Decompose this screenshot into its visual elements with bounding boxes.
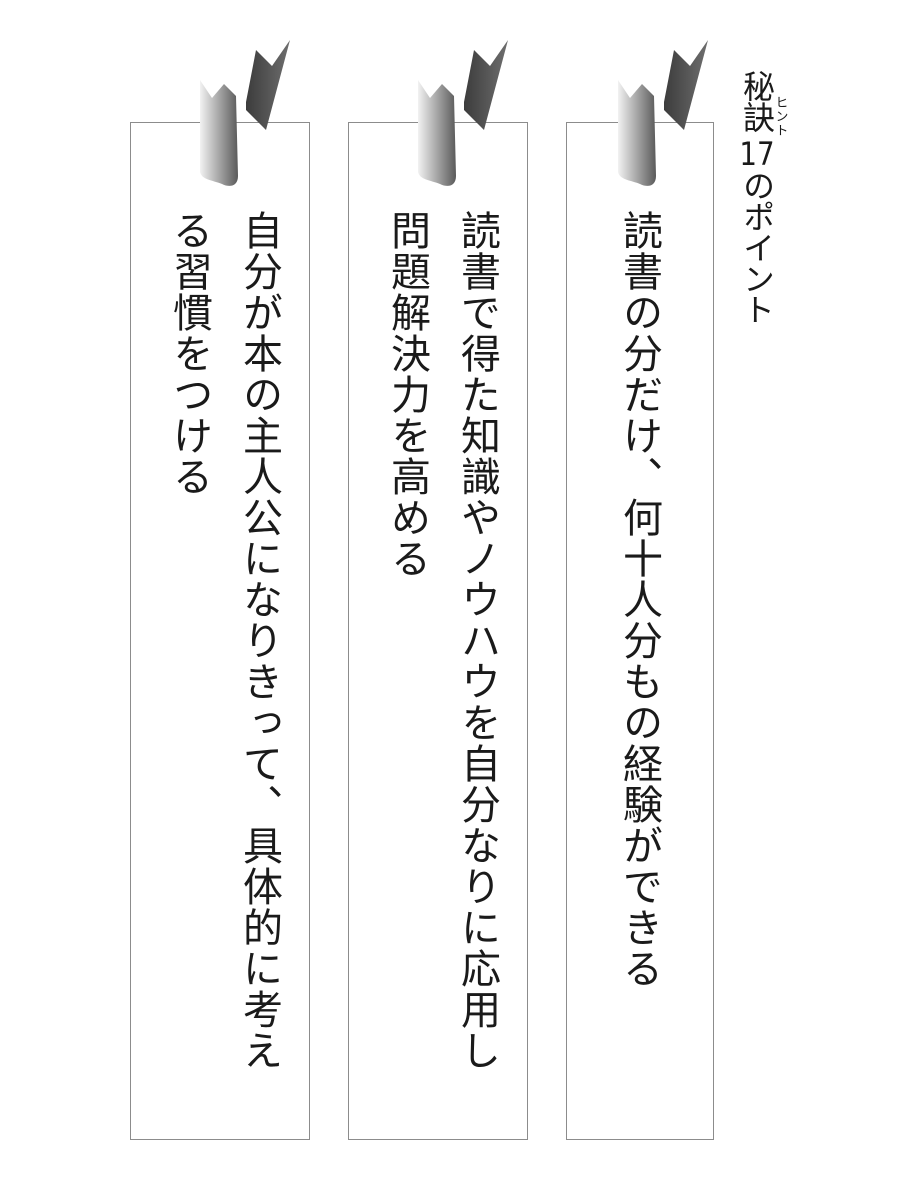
page: 秘訣ヒント17のポイント 読書の分だけ、何十人分もの経験ができる 読書で得た知識… (0, 0, 918, 1186)
section-heading: 秘訣ヒント17のポイント (738, 70, 788, 325)
bookmark-ribbon-icon (418, 40, 508, 186)
heading-ruby: 訣ヒント (738, 96, 788, 138)
bookmark-ribbon-icon (618, 40, 708, 186)
heading-ruby-base: 訣 (738, 95, 776, 138)
bookmark-ribbon-icon (200, 40, 290, 186)
point-text-1: 読書の分だけ、何十人分もの経験ができる (616, 210, 662, 989)
heading-suffix: のポイント (738, 169, 776, 325)
heading-ruby-text: ヒント (772, 95, 788, 138)
point-text-2: 読書で得た知識やノウハウを自分なりに応用し問題解決力を高める (384, 210, 500, 1071)
point-text-3: 自分が本の主人公になりきって、具体的に考える習慣をつける (166, 210, 282, 1071)
heading-number: 17 (739, 137, 775, 170)
